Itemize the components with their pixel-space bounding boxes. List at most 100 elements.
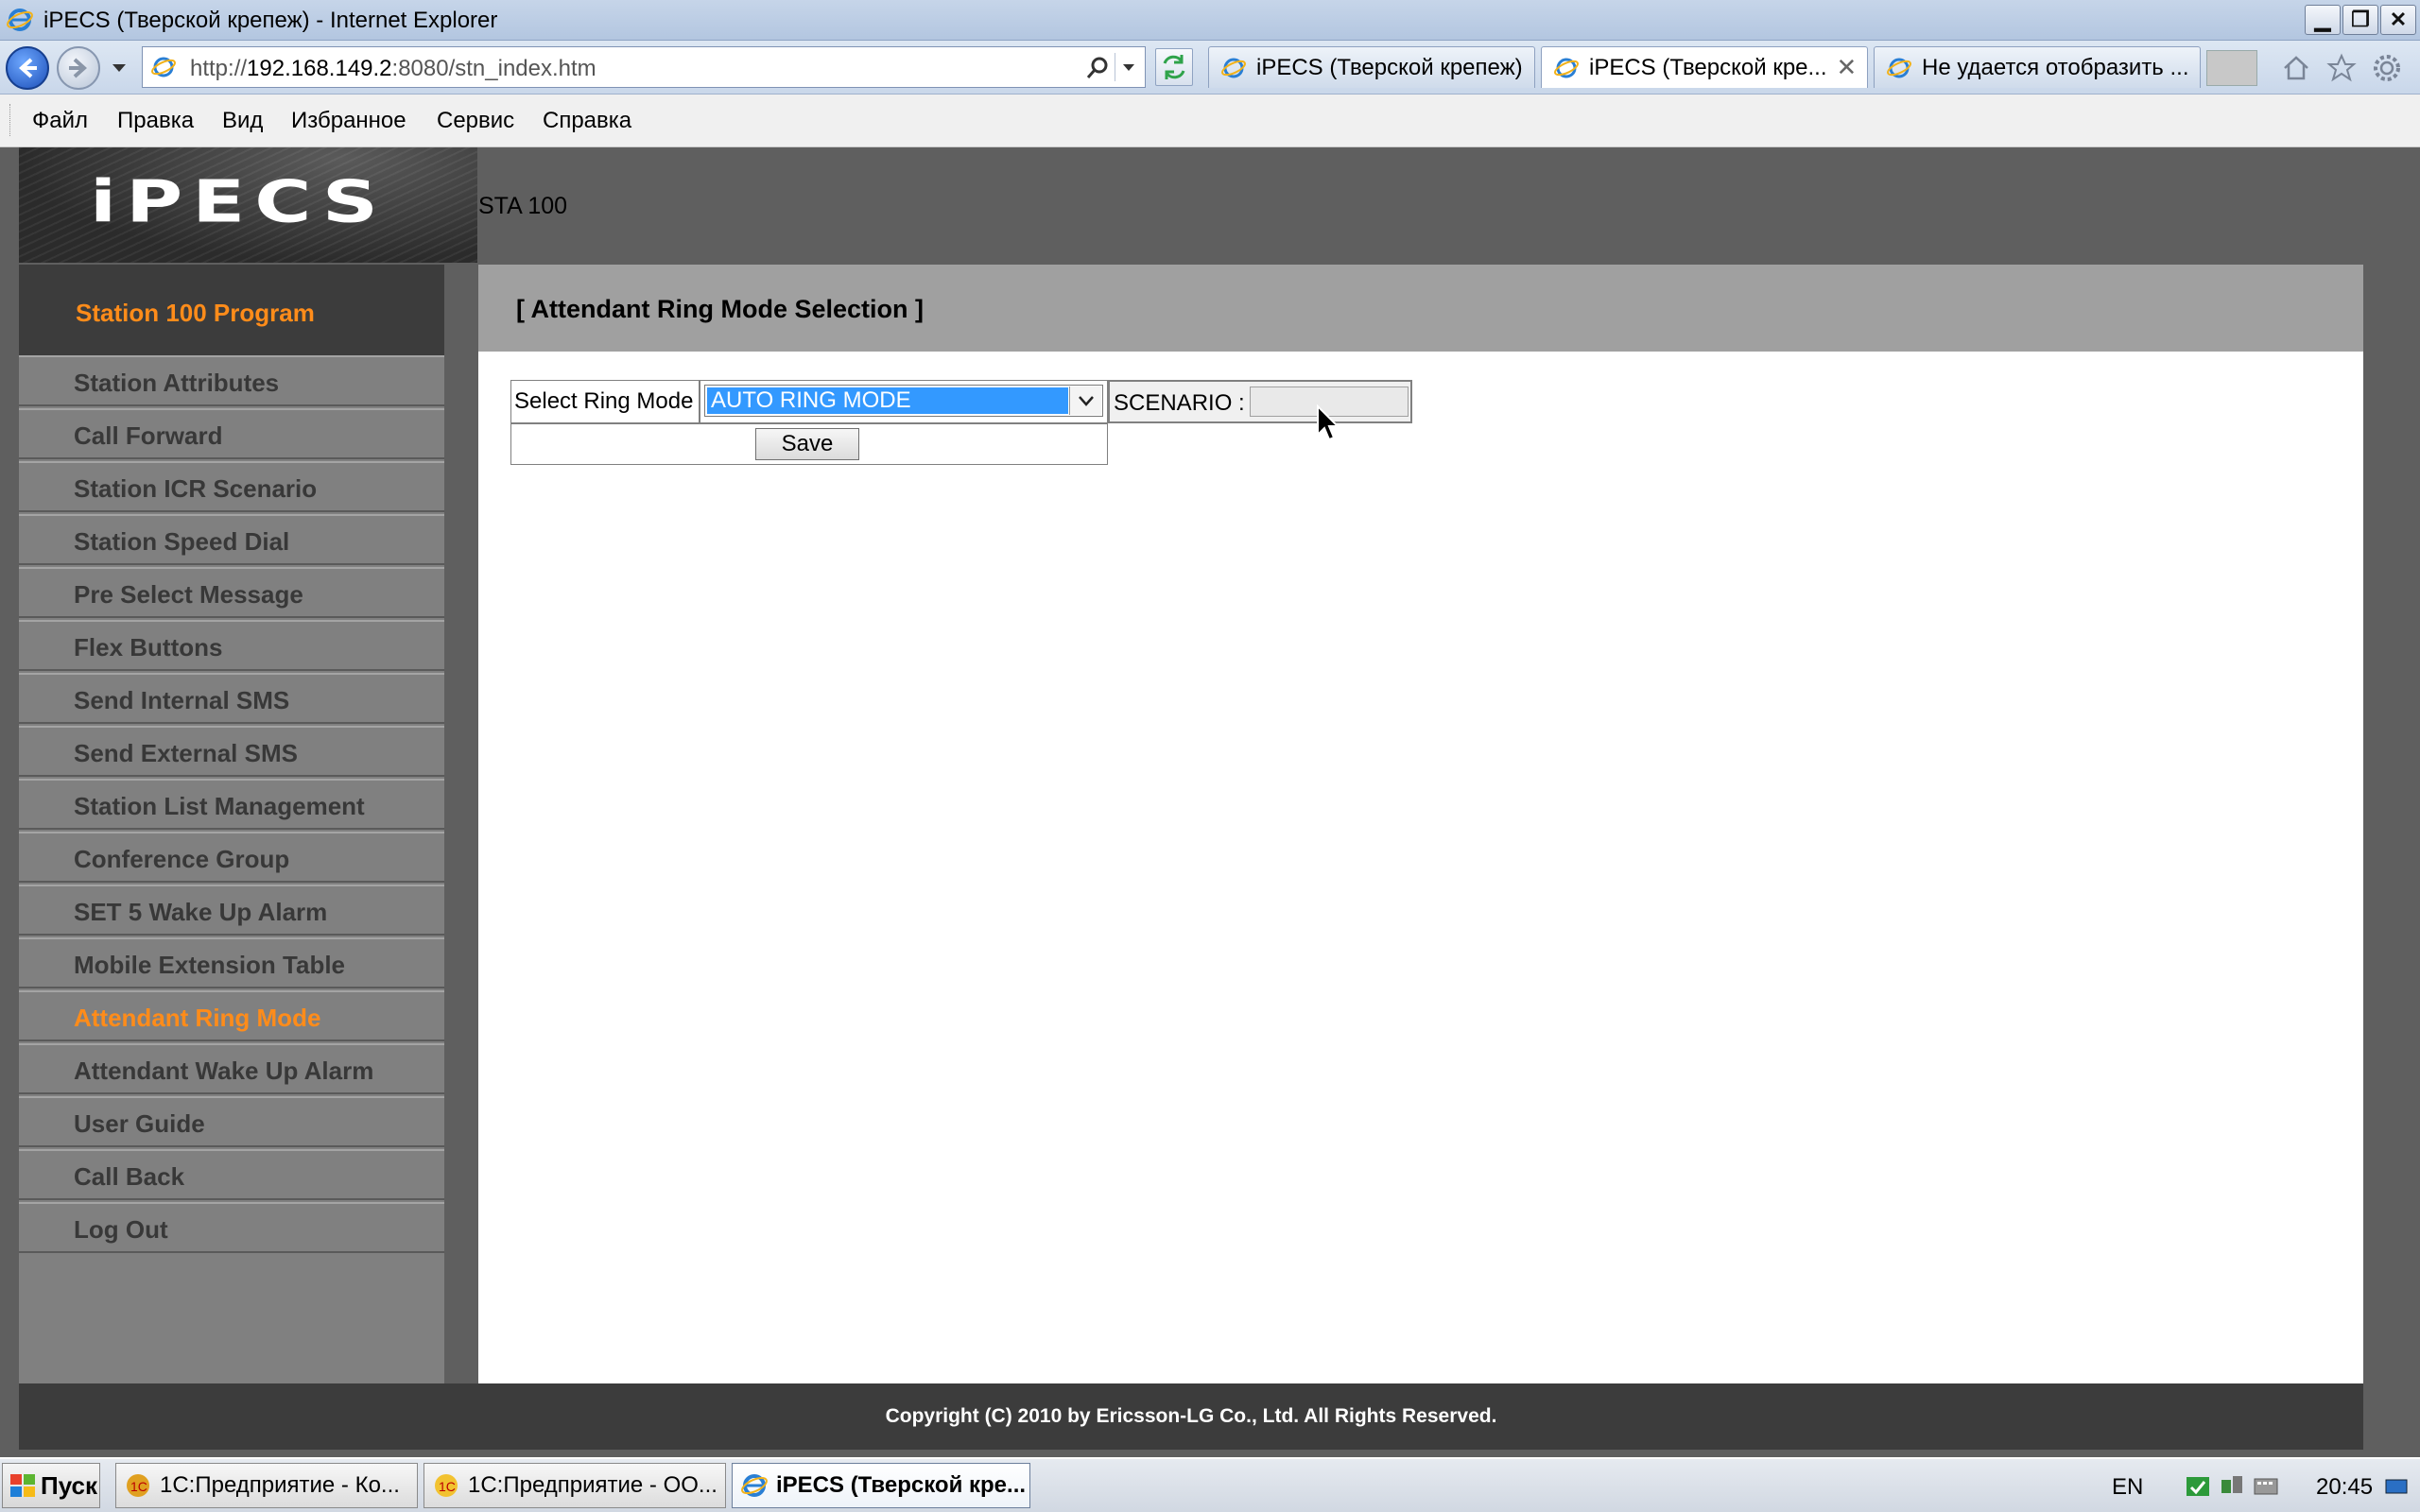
content-header: [ Attendant Ring Mode Selection ] (478, 265, 2363, 352)
windows-logo-icon (10, 1474, 35, 1497)
new-tab-button[interactable] (2206, 50, 2257, 86)
sidebar-item-label: Station List Management (74, 792, 365, 820)
sidebar-item-label: Send Internal SMS (74, 686, 290, 714)
sidebar-item-pre-select-message[interactable]: Pre Select Message (19, 567, 444, 618)
menu-edit[interactable]: Правка (117, 108, 194, 134)
sidebar-item-log-out[interactable]: Log Out (19, 1202, 444, 1253)
menu-tools[interactable]: Сервис (437, 108, 514, 134)
favorites-star-icon[interactable] (2325, 52, 2358, 84)
sidebar-item-set-5-wake-up-alarm[interactable]: SET 5 Wake Up Alarm (19, 885, 444, 936)
internet-explorer-icon (7, 9, 33, 31)
sidebar-item-label: SET 5 Wake Up Alarm (74, 898, 328, 926)
refresh-icon (1163, 55, 1185, 79)
1c-app-icon: 1C (127, 1474, 149, 1497)
sidebar-item-label: Mobile Extension Table (74, 951, 346, 979)
save-button[interactable]: Save (755, 428, 859, 460)
sidebar-item-station-icr-scenario[interactable]: Station ICR Scenario (19, 461, 444, 512)
svg-text:1C: 1C (130, 1479, 147, 1494)
taskbar-item-label: 1С:Предприятие - ОО... (468, 1472, 717, 1498)
taskbar: Пуск 1C 1С:Предприятие - Ко... 1C 1С:Пре… (0, 1457, 2420, 1512)
ring-mode-select[interactable]: AUTO RING MODE (704, 385, 1103, 417)
menu-help[interactable]: Справка (543, 108, 631, 134)
sidebar-item-label: Call Back (74, 1162, 185, 1191)
taskbar-item-label: 1С:Предприятие - Ко... (160, 1472, 400, 1498)
restore-button[interactable]: ❐ (2342, 5, 2378, 35)
close-window-button[interactable]: ✕ (2380, 5, 2416, 35)
sidebar-item-attendant-ring-mode[interactable]: Attendant Ring Mode (19, 990, 444, 1041)
ring-mode-cell: AUTO RING MODE (700, 380, 1108, 423)
sidebar-item-attendant-wake-up-alarm[interactable]: Attendant Wake Up Alarm (19, 1043, 444, 1094)
page-icon (151, 57, 176, 77)
sidebar-item-send-internal-sms[interactable]: Send Internal SMS (19, 673, 444, 724)
sidebar-item-label: Conference Group (74, 845, 290, 873)
refresh-button[interactable] (1155, 48, 1193, 86)
sidebar-item-station-attributes[interactable]: Station Attributes (19, 355, 444, 406)
ring-mode-selected-value: AUTO RING MODE (707, 387, 1068, 414)
start-button[interactable]: Пуск (2, 1463, 100, 1508)
ipecs-logo: iPECS (90, 168, 388, 236)
recent-pages-dropdown-icon[interactable] (110, 58, 129, 77)
close-tab-icon[interactable]: ✕ (1837, 53, 1858, 82)
station-label: STA 100 (478, 193, 568, 219)
language-indicator[interactable]: EN (2112, 1474, 2143, 1501)
sidebar-item-label: Attendant Ring Mode (74, 1004, 321, 1032)
gear-icon[interactable] (2371, 52, 2403, 84)
browser-tab-1[interactable]: iPECS (Тверской крепеж) (1208, 46, 1535, 88)
search-icon[interactable] (1084, 55, 1111, 81)
browser-tab-2[interactable]: iPECS (Тверской кре... ✕ (1541, 46, 1868, 88)
show-desktop-icon[interactable] (2382, 1472, 2411, 1501)
sidebar-item-conference-group[interactable]: Conference Group (19, 832, 444, 883)
internet-explorer-icon (741, 1474, 768, 1497)
menu-view[interactable]: Вид (222, 108, 263, 134)
window-titlebar: iPECS (Тверской крепеж) - Internet Explo… (0, 0, 2420, 41)
sync-icon[interactable] (2184, 1472, 2212, 1501)
minimize-button[interactable]: ▁ (2305, 5, 2341, 35)
taskbar-item-1c-2[interactable]: 1C 1С:Предприятие - ОО... (424, 1463, 726, 1508)
menu-grip (9, 104, 13, 136)
web-page: iPECS STA 100 Station 100 Program Statio… (0, 147, 2420, 1450)
tab-page-icon (1554, 58, 1579, 77)
sidebar-item-label: Pre Select Message (74, 580, 303, 609)
address-url[interactable]: http://192.168.149.2:8080/stn_index.htm (190, 56, 596, 82)
navigation-bar: http://192.168.149.2:8080/stn_index.htm … (0, 41, 2420, 94)
sidebar-title: Station 100 Program (19, 265, 444, 355)
sidebar-item-call-forward[interactable]: Call Forward (19, 408, 444, 459)
tab-page-icon (1887, 58, 1911, 77)
forward-button[interactable] (57, 46, 100, 90)
scenario-cell: SCENARIO : (1108, 380, 1412, 423)
sidebar-item-user-guide[interactable]: User Guide (19, 1096, 444, 1147)
ipecs-logo-banner: iPECS (19, 147, 477, 263)
system-tray: EN 20:45 (2102, 1463, 2418, 1508)
tab-label: iPECS (Тверской кре... (1589, 54, 1827, 80)
sidebar-item-flex-buttons[interactable]: Flex Buttons (19, 620, 444, 671)
menu-favorites[interactable]: Избранное (291, 108, 406, 134)
browser-tab-3[interactable]: Не удается отобразить ... (1874, 46, 2201, 88)
form-row: Save (510, 423, 1108, 465)
sidebar-item-label: Station Attributes (74, 369, 280, 397)
sidebar-item-station-speed-dial[interactable]: Station Speed Dial (19, 514, 444, 565)
chevron-down-icon[interactable] (1069, 387, 1101, 415)
sidebar-item-label: Log Out (74, 1215, 168, 1244)
page-title: [ Attendant Ring Mode Selection ] (516, 295, 924, 323)
back-button[interactable] (6, 46, 49, 90)
sidebar-item-call-back[interactable]: Call Back (19, 1149, 444, 1200)
network-icon[interactable] (2218, 1472, 2246, 1501)
sidebar-item-mobile-extension-table[interactable]: Mobile Extension Table (19, 937, 444, 988)
sidebar-item-send-external-sms[interactable]: Send External SMS (19, 726, 444, 777)
sidebar-item-station-list-management[interactable]: Station List Management (19, 779, 444, 830)
footer: Copyright (C) 2010 by Ericsson-LG Co., L… (19, 1383, 2363, 1450)
scenario-label: SCENARIO : (1114, 390, 1245, 416)
mouse-cursor-icon (1317, 404, 1340, 441)
tab-label: Не удается отобразить ... (1922, 54, 2189, 80)
clock: 20:45 (2316, 1474, 2374, 1500)
forward-arrow-icon (69, 58, 87, 78)
menu-file[interactable]: Файл (32, 108, 88, 134)
taskbar-item-ie[interactable]: iPECS (Тверской кре... (732, 1463, 1030, 1508)
window-title: iPECS (Тверской крепеж) - Internet Explo… (43, 8, 498, 33)
taskbar-item-1c-1[interactable]: 1C 1С:Предприятие - Ко... (115, 1463, 418, 1508)
address-bar[interactable]: http://192.168.149.2:8080/stn_index.htm (142, 46, 1146, 88)
home-icon[interactable] (2280, 52, 2312, 84)
address-dropdown-icon[interactable] (1115, 53, 1142, 81)
sidebar-item-label: Flex Buttons (74, 633, 223, 662)
keyboard-icon[interactable] (2252, 1472, 2280, 1501)
